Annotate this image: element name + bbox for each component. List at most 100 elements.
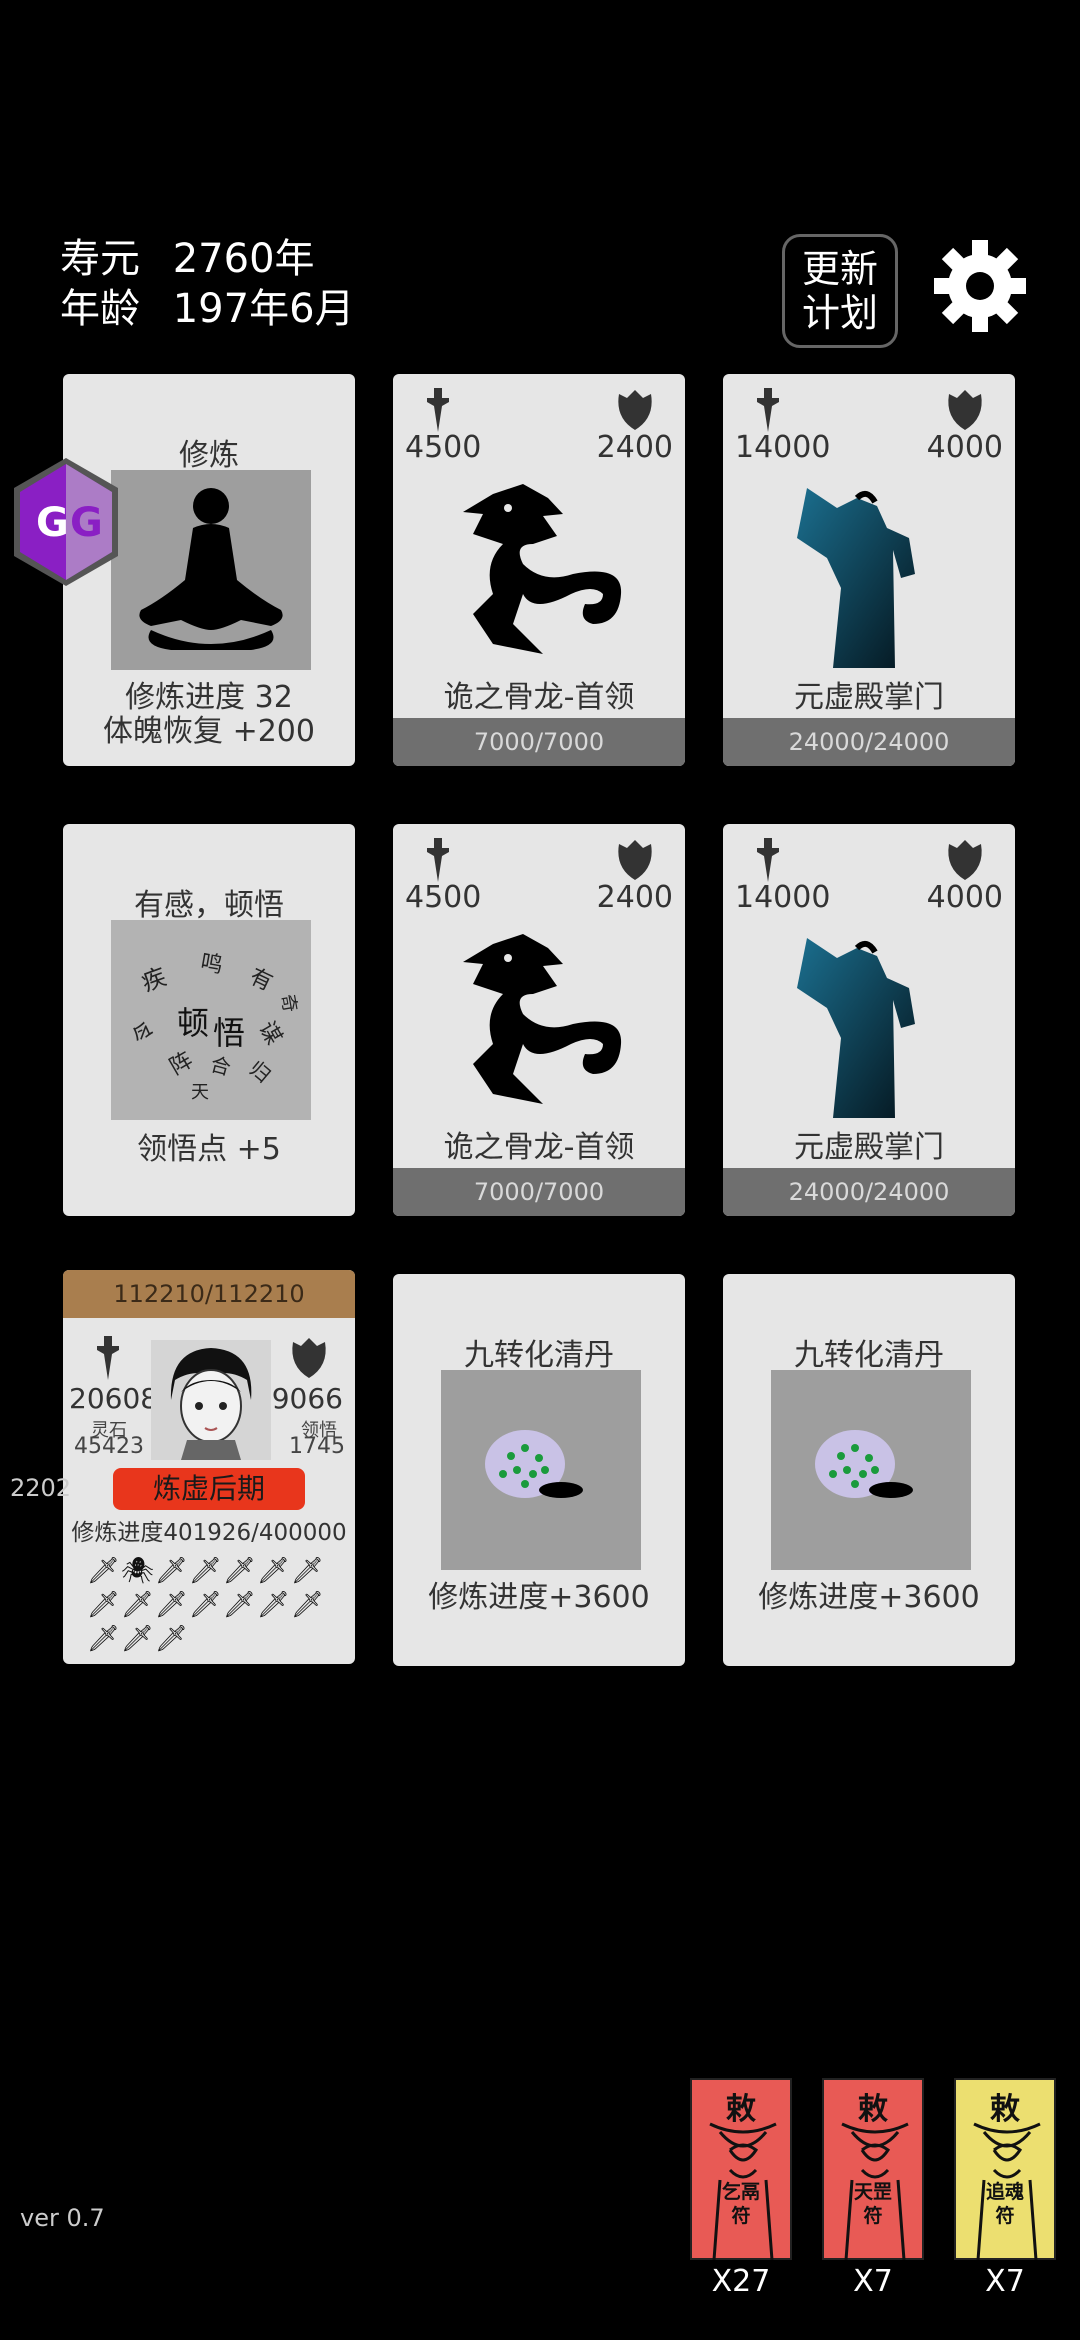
skill-sword-icon: 🗡 (87, 1624, 121, 1654)
attack-value: 14000 (735, 880, 831, 915)
card-enemy-sect-master[interactable]: 14000 4000 元虚殿掌门 24000/24000 (723, 374, 1015, 766)
skill-sword-icon: 🗡 (257, 1556, 291, 1586)
card-enemy-sect-master[interactable]: 14000 4000 元虚殿掌门 24000/24000 (723, 824, 1015, 1216)
attack-value: 14000 (735, 430, 831, 465)
card-title: 九转化清丹 (464, 1338, 614, 1373)
sect-master-image (797, 488, 915, 668)
age-row: 年龄 197年6月 (60, 284, 355, 334)
skill-sword-icon: 🗡 (291, 1590, 325, 1620)
card-item-pill[interactable]: 九转化清丹 修炼进度+3600 (393, 1274, 685, 1666)
update-plan-button[interactable]: 更新 计划 (782, 234, 898, 348)
card-enemy-bone-dragon[interactable]: 4500 2400 诡之骨龙-首领 7000/7000 (393, 824, 685, 1216)
sword-icon (757, 838, 779, 882)
pill-icon (815, 1430, 913, 1498)
talisman-count: X7 (853, 2264, 893, 2299)
skill-list: 🗡 🕷 🗡 🗡 🗡 🗡 🗡 🗡 🗡 🗡 🗡 🗡 🗡 🗡 🗡 🗡 🗡 (87, 1556, 337, 1654)
card-insight[interactable]: 有感，顿悟 疾 鸣 有 顿 悟 令 谋 阵 合 归 天 奇 领悟点 +5 (63, 824, 355, 1216)
insight-word: 令 (128, 1018, 160, 1048)
sword-icon (757, 388, 779, 432)
skill-sword-icon: 🗡 (189, 1590, 223, 1620)
shield-icon (618, 840, 652, 880)
gear-icon[interactable] (930, 236, 1030, 336)
update-plan-line2: 计划 (801, 291, 878, 335)
sword-icon (427, 838, 449, 882)
attack-value: 4500 (405, 880, 482, 915)
insight-word: 疾 (137, 962, 170, 998)
shield-icon (948, 390, 982, 430)
meditation-icon (139, 488, 283, 650)
skill-sword-icon: 🗡 (291, 1556, 325, 1586)
progress-value: 401926/400000 (163, 1520, 347, 1546)
enemy-name: 诡之骨龙-首领 (443, 1130, 635, 1165)
talisman-card[interactable]: 敕 乞鬲符 (690, 2078, 792, 2260)
insight-word: 归 (244, 1056, 276, 1088)
player-attack: 20608 (69, 1382, 159, 1415)
talisman-card[interactable]: 敕 追魂符 (954, 2078, 1056, 2260)
card-line1: 领悟点 +5 (137, 1132, 281, 1167)
card-line2: 体魄恢复 +200 (103, 714, 315, 749)
insight-word: 悟 (213, 1014, 246, 1052)
pill-icon (485, 1430, 583, 1498)
card-enemy-bone-dragon[interactable]: 4500 2400 诡之骨龙-首领 7000/7000 (393, 374, 685, 766)
defense-value: 4000 (926, 880, 1003, 915)
skill-sword-icon: 🗡 (189, 1556, 223, 1586)
avatar (151, 1340, 271, 1460)
skill-sword-icon: 🗡 (223, 1556, 257, 1586)
progress-label: 修炼进度 (71, 1520, 164, 1546)
card-title: 有感，顿悟 (134, 888, 284, 923)
skill-sword-icon: 🗡 (257, 1590, 291, 1620)
skill-sword-icon: 🗡 (87, 1556, 121, 1586)
skill-sword-icon: 🗡 (155, 1590, 189, 1620)
side-number: 2202 (10, 1474, 72, 1502)
realm-badge: 炼虚后期 (113, 1468, 305, 1510)
skill-sword-icon: 🗡 (87, 1590, 121, 1620)
lifespan-row: 寿元 2760年 (60, 234, 315, 284)
defense-value: 2400 (596, 430, 673, 465)
defense-value: 4000 (926, 430, 1003, 465)
svg-text:G: G (36, 500, 69, 546)
shield-icon (618, 390, 652, 430)
insight-word: 天 (191, 1082, 209, 1103)
enemy-hp-bar: 7000/7000 (393, 1168, 685, 1216)
insight-word: 鸣 (198, 950, 225, 979)
svg-text:G: G (70, 500, 103, 546)
card-item-pill[interactable]: 九转化清丹 修炼进度+3600 (723, 1274, 1015, 1666)
enemy-hp-bar: 24000/24000 (723, 1168, 1015, 1216)
enemy-name: 元虚殿掌门 (794, 1130, 944, 1165)
pill-image (441, 1370, 641, 1570)
enemy-hp-bar: 24000/24000 (723, 718, 1015, 766)
shield-icon (948, 840, 982, 880)
skill-sword-icon: 🗡 (155, 1624, 189, 1654)
gameguardian-icon[interactable]: G G (10, 454, 122, 590)
skill-sword-icon: 🗡 (155, 1556, 189, 1586)
talisman-count: X27 (711, 2264, 771, 2299)
insight-word: 谋 (253, 1017, 287, 1050)
age-value: 197年6月 (172, 286, 355, 332)
pill-image (771, 1370, 971, 1570)
player-progress: 修炼进度401926/400000 (63, 1513, 355, 1547)
skill-spider-icon: 🕷 (121, 1556, 155, 1586)
player-card[interactable]: 112210/112210 20608 9066 灵石 45423 领悟 174… (63, 1270, 355, 1664)
insight-word: 阵 (165, 1047, 198, 1081)
lifespan-label: 寿元 (60, 236, 140, 282)
skill-sword-icon: 🗡 (223, 1590, 257, 1620)
skill-sword-icon: 🗡 (121, 1624, 155, 1654)
talisman-card[interactable]: 敕 天罡符 (822, 2078, 924, 2260)
enemy-name: 元虚殿掌门 (794, 680, 944, 715)
insight-word: 顿 (177, 1004, 210, 1042)
insight-value: 1745 (289, 1434, 345, 1459)
attack-value: 4500 (405, 430, 482, 465)
defense-value: 2400 (596, 880, 673, 915)
talisman-name: 乞鬲符 (721, 2181, 760, 2227)
talisman-count: X7 (985, 2264, 1025, 2299)
player-hp-bar: 112210/112210 (63, 1270, 355, 1318)
card-line1: 修炼进度+3600 (428, 1580, 650, 1615)
bone-dragon-image (463, 484, 622, 654)
sect-master-image (797, 938, 915, 1118)
spirit-stone-value: 45423 (74, 1434, 144, 1459)
insight-word: 合 (207, 1051, 234, 1081)
meditation-image (111, 470, 311, 670)
skill-sword-icon: 🗡 (121, 1590, 155, 1620)
update-plan-line1: 更新 (801, 247, 878, 291)
lifespan-value: 2760年 (172, 236, 315, 282)
